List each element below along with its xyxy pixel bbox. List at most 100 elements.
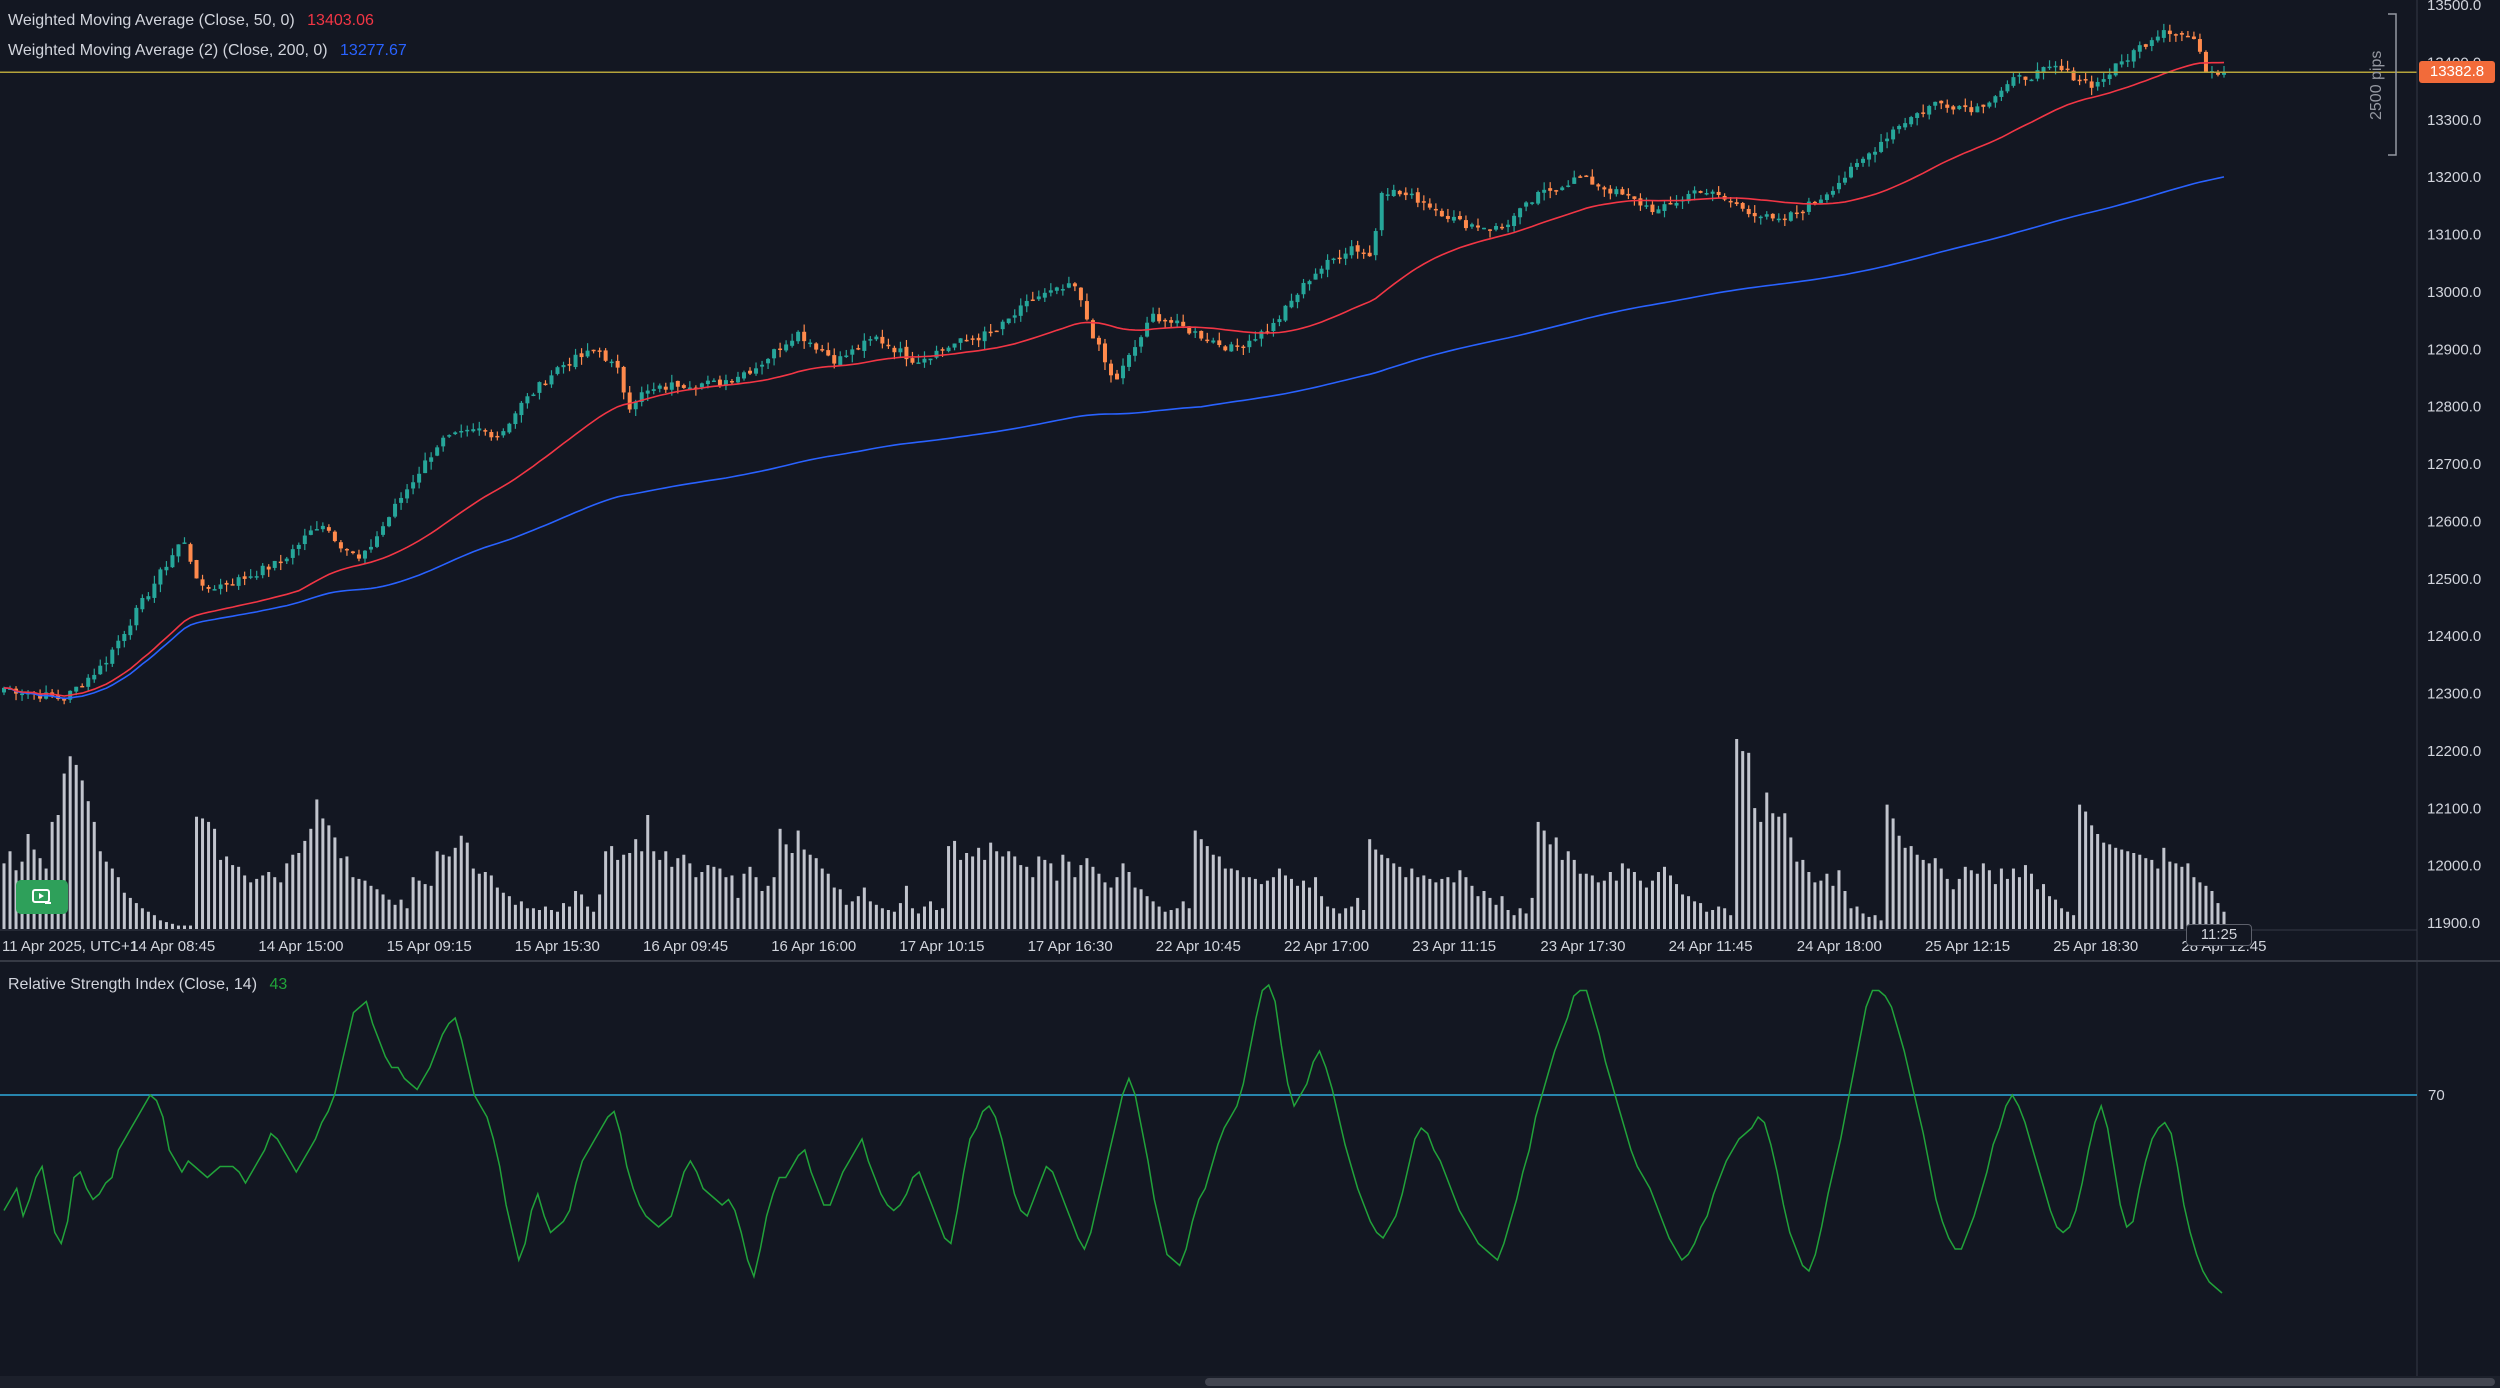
volume-bar bbox=[2096, 834, 2100, 929]
candle-body bbox=[2113, 63, 2118, 76]
volume-bar bbox=[1470, 885, 1474, 929]
candle-body bbox=[399, 497, 404, 503]
candle-body bbox=[1018, 305, 1023, 316]
candle-body bbox=[224, 582, 229, 585]
candle-body bbox=[1746, 208, 1751, 215]
candle-body bbox=[1848, 166, 1853, 178]
candle-body bbox=[1500, 226, 1505, 229]
candle-body bbox=[1698, 191, 1703, 193]
candle-body bbox=[964, 339, 969, 342]
volume-bar bbox=[267, 872, 271, 929]
volume-bar bbox=[1235, 870, 1239, 929]
wma200-legend[interactable]: Weighted Moving Average (2) (Close, 200,… bbox=[8, 42, 407, 60]
candle-body bbox=[1879, 141, 1884, 152]
candle-body bbox=[1151, 313, 1156, 322]
volume-bar bbox=[2156, 868, 2160, 929]
candle-body bbox=[1674, 202, 1679, 206]
volume-bar bbox=[1897, 835, 1901, 929]
candle-body bbox=[784, 344, 789, 351]
candle-body bbox=[2011, 77, 2016, 86]
volume-bar bbox=[622, 854, 626, 929]
volume-bar bbox=[549, 910, 553, 929]
candle-body bbox=[308, 530, 313, 535]
candle-body bbox=[1963, 105, 1968, 108]
chart-canvas[interactable]: 13500.013400.013300.013200.013100.013000… bbox=[0, 0, 2500, 1388]
volume-bar bbox=[1091, 866, 1095, 929]
candle-body bbox=[1199, 330, 1204, 339]
candle-body bbox=[1692, 190, 1697, 194]
candle-body bbox=[368, 546, 373, 550]
volume-bar bbox=[1681, 894, 1685, 929]
candle-body bbox=[242, 576, 247, 579]
volume-bar bbox=[423, 884, 427, 929]
rsi-legend[interactable]: Relative Strength Index (Close, 14) 43 bbox=[8, 976, 287, 994]
volume-bar bbox=[1386, 858, 1390, 929]
volume-bar bbox=[1326, 906, 1330, 929]
time-tick-label: 24 Apr 18:00 bbox=[1797, 938, 1882, 955]
candle-body bbox=[2005, 84, 2010, 92]
volume-bar bbox=[1723, 908, 1727, 929]
candle-body bbox=[958, 338, 963, 343]
volume-bar bbox=[471, 868, 475, 929]
volume-bar bbox=[417, 880, 421, 929]
volume-bar bbox=[2060, 908, 2064, 929]
volume-bar bbox=[1566, 851, 1570, 929]
candle-body bbox=[1530, 202, 1535, 204]
candle-body bbox=[140, 597, 145, 610]
volume-bar bbox=[1434, 882, 1438, 929]
price-tick-label: 12900.0 bbox=[2427, 341, 2481, 358]
price-tick-label: 13000.0 bbox=[2427, 284, 2481, 301]
volume-bar bbox=[1626, 868, 1630, 929]
candle-body bbox=[1463, 220, 1468, 229]
candle-body bbox=[886, 344, 891, 347]
candle-body bbox=[1554, 190, 1559, 192]
volume-bar bbox=[1993, 884, 1997, 929]
candle-body bbox=[1379, 192, 1384, 231]
volume-bar bbox=[273, 877, 277, 929]
volume-bar bbox=[1398, 866, 1402, 929]
candle-body bbox=[838, 356, 843, 366]
volume-bar bbox=[1819, 880, 1823, 929]
volume-bar bbox=[2102, 842, 2106, 929]
volume-bar bbox=[164, 922, 168, 929]
volume-bar bbox=[1542, 830, 1546, 929]
volume-bar bbox=[140, 908, 144, 929]
volume-bar bbox=[2, 863, 6, 929]
price-tick-label: 13300.0 bbox=[2427, 112, 2481, 129]
volume-bar bbox=[1037, 856, 1041, 929]
time-tick-label: 14 Apr 15:00 bbox=[258, 938, 343, 955]
candle-body bbox=[80, 685, 85, 688]
volume-bar bbox=[1825, 873, 1829, 929]
volume-bar bbox=[2114, 847, 2118, 929]
volume-bar bbox=[1614, 880, 1618, 929]
wma50-legend[interactable]: Weighted Moving Average (Close, 50, 0) 1… bbox=[8, 12, 374, 30]
candle-body bbox=[164, 566, 169, 571]
volume-bar bbox=[1344, 908, 1348, 929]
volume-bar bbox=[2023, 865, 2027, 929]
volume-bar bbox=[568, 906, 572, 929]
candle-body bbox=[1427, 203, 1432, 208]
candle-body bbox=[2131, 50, 2136, 62]
volume-bar bbox=[429, 885, 433, 929]
volume-bar bbox=[634, 839, 638, 929]
volume-bar bbox=[1368, 839, 1372, 929]
price-tick-label: 12500.0 bbox=[2427, 571, 2481, 588]
volume-bar bbox=[1001, 856, 1005, 929]
volume-bar bbox=[1506, 910, 1510, 929]
volume-bar bbox=[1813, 882, 1817, 929]
candle-body bbox=[2059, 65, 2064, 71]
candle-body bbox=[513, 413, 518, 425]
candle-body bbox=[2161, 30, 2166, 38]
volume-bar bbox=[207, 821, 211, 929]
replay-button[interactable] bbox=[16, 880, 68, 914]
volume-bar bbox=[784, 844, 788, 929]
volume-bar bbox=[1632, 872, 1636, 929]
scrollbar-thumb[interactable] bbox=[1205, 1378, 2495, 1386]
horizontal-scrollbar[interactable] bbox=[0, 1376, 2500, 1388]
volume-bar bbox=[291, 854, 295, 929]
volume-bar bbox=[989, 842, 993, 929]
volume-bar bbox=[832, 887, 836, 929]
volume-bar bbox=[1410, 868, 1414, 929]
volume-bar bbox=[730, 875, 734, 929]
candle-body bbox=[2023, 76, 2028, 80]
